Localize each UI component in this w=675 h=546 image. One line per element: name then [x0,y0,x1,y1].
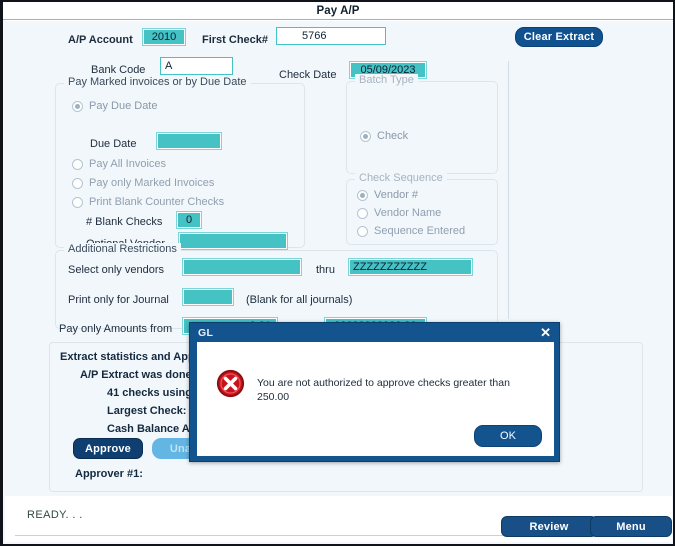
dialog-title-bar: GL ✕ [190,323,559,342]
select-vendors-from-input[interactable] [182,258,302,276]
dialog-title: GL [198,326,214,339]
extract-stats-done-line: A/P Extract was done [80,369,192,381]
extract-stats-heading: Extract statistics and App [60,351,195,363]
check-sequence-group: Check Sequence Vendor # Vendor Name Sequ… [346,172,498,245]
radio-dot-icon [72,177,83,189]
pay-ap-window: Pay A/P A/P Account 2010 First Check# 57… [0,0,675,546]
ap-account-input[interactable]: 2010 [142,28,186,46]
radio-dot-icon [357,207,368,219]
bank-code-label: Bank Code [91,64,146,76]
blank-checks-input[interactable]: 0 [176,211,202,229]
check-date-label: Check Date [279,69,337,81]
review-button[interactable]: Review [501,516,597,537]
extract-stats-cash-balance-line: Cash Balance Aft [107,423,198,435]
select-vendors-label: Select only vendors [68,264,164,276]
radio-label: Vendor Name [374,207,442,219]
radio-label: Sequence Entered [374,225,466,237]
print-journal-label: Print only for Journal [68,294,169,306]
radio-print-blank-counter-checks[interactable]: Print Blank Counter Checks [72,196,224,208]
check-sequence-caption: Check Sequence [355,172,447,184]
gl-error-dialog: GL ✕ You are not authorized to approve c… [189,322,560,462]
extract-stats-checks-line: 41 checks using o [107,387,202,399]
amounts-label: Pay only Amounts from [59,323,173,335]
select-vendors-thru-input[interactable]: ZZZZZZZZZZZ [348,258,473,276]
dialog-body: You are not authorized to approve checks… [197,342,554,456]
radio-dot-icon [72,100,83,112]
radio-batch-type-check[interactable]: Check [360,130,408,142]
bank-code-input[interactable]: A [160,57,233,75]
batch-type-caption: Batch Type [355,74,418,86]
radio-dot-icon [360,130,371,142]
status-text: READY. . . [27,509,83,521]
close-icon[interactable]: ✕ [540,326,551,339]
error-x-icon [216,369,245,398]
radio-pay-due-date[interactable]: Pay Due Date [72,100,157,112]
pay-marked-caption: Pay Marked invoices or by Due Date [64,76,251,88]
radio-dot-icon [357,225,368,237]
first-check-input[interactable]: 5766 [276,27,386,45]
radio-vendor-number[interactable]: Vendor # [357,189,418,201]
radio-vendor-name[interactable]: Vendor Name [357,207,441,219]
radio-dot-icon [72,196,83,208]
radio-sequence-entered[interactable]: Sequence Entered [357,225,465,237]
approve-button[interactable]: Approve [73,438,143,459]
extract-stats-largest-check-line: Largest Check: $1 [107,405,202,417]
dialog-message: You are not authorized to approve checks… [257,377,510,403]
radio-dot-icon [357,189,368,201]
radio-label: Vendor # [374,189,419,201]
radio-label: Pay only Marked Invoices [89,177,215,189]
clear-extract-button[interactable]: Clear Extract [515,27,603,47]
blank-checks-label: # Blank Checks [86,216,163,228]
print-journal-input[interactable] [182,288,234,306]
menu-button[interactable]: Menu [590,516,672,537]
radio-label: Check [377,130,409,142]
first-check-label: First Check# [202,34,269,46]
radio-pay-all-invoices[interactable]: Pay All Invoices [72,158,166,170]
due-date-label: Due Date [90,138,137,150]
panel-divider [508,61,509,319]
additional-restrictions-group: Additional Restrictions Select only vend… [55,243,498,335]
window-title-bar: Pay A/P [3,2,673,20]
dialog-ok-button[interactable]: OK [474,425,542,447]
radio-pay-only-marked[interactable]: Pay only Marked Invoices [72,177,214,189]
print-journal-hint: (Blank for all journals) [246,294,353,306]
approver-1-label: Approver #1: [75,468,143,480]
page-title: Pay A/P [316,4,360,17]
radio-label: Pay Due Date [89,100,158,112]
due-date-input[interactable] [156,132,222,150]
pay-marked-group: Pay Marked invoices or by Due Date Pay D… [55,76,305,250]
additional-restrictions-caption: Additional Restrictions [64,243,181,255]
radio-label: Print Blank Counter Checks [89,196,225,208]
status-bar: READY. . . Review Menu [5,496,672,542]
radio-dot-icon [72,158,83,170]
radio-label: Pay All Invoices [89,158,167,170]
batch-type-group: Batch Type Check [346,74,498,174]
ap-account-label: A/P Account [68,34,133,46]
optional-vendor-input[interactable] [178,232,288,250]
thru-label-vendors: thru [316,264,335,276]
